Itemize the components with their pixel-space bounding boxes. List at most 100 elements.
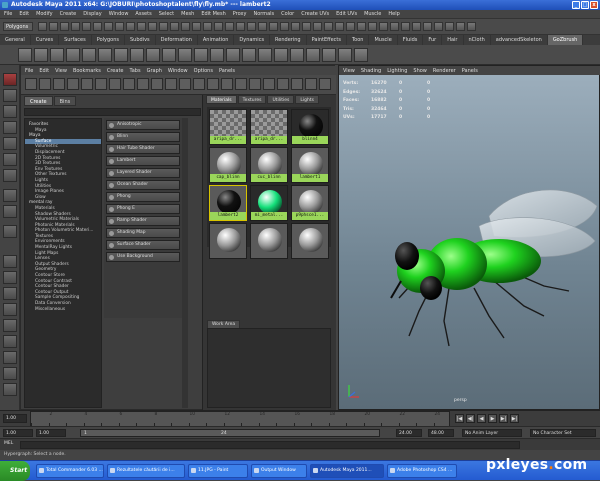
status-line-icon[interactable] xyxy=(170,22,179,31)
main-menu-item[interactable]: File xyxy=(4,11,12,17)
status-line-icon[interactable] xyxy=(401,22,410,31)
shelf-tool-icon[interactable] xyxy=(98,48,112,62)
hypershade-menu-item[interactable]: File xyxy=(25,68,33,74)
status-line-icon[interactable] xyxy=(115,22,124,31)
main-menu-item[interactable]: Color xyxy=(281,11,294,17)
hypershade-menu-item[interactable]: Edit xyxy=(39,68,49,74)
shelf-tool-icon[interactable] xyxy=(338,48,352,62)
playback-end-field[interactable]: 24.00 xyxy=(396,429,422,437)
status-line-icon[interactable] xyxy=(357,22,366,31)
node-button[interactable]: Phong E xyxy=(106,204,180,214)
status-line-icon[interactable] xyxy=(324,22,333,31)
tool-icon[interactable] xyxy=(3,319,17,332)
shelf-tool-icon[interactable] xyxy=(210,48,224,62)
tool-icon[interactable] xyxy=(3,153,17,166)
shelf-tab[interactable]: Surfaces xyxy=(59,35,92,45)
tool-icon[interactable] xyxy=(3,169,17,182)
status-line-icon[interactable] xyxy=(456,22,465,31)
main-menu-item[interactable]: Proxy xyxy=(233,11,247,17)
hypershade-tool-icon[interactable] xyxy=(109,78,121,90)
time-scale[interactable]: 2 4 6 8 10 12 14 16 18 20 22 24 xyxy=(30,411,450,427)
playback-button[interactable]: ▶ xyxy=(488,414,497,423)
hypershade-menu-item[interactable]: Tabs xyxy=(130,68,141,74)
main-menu-item[interactable]: Modify xyxy=(36,11,53,17)
main-menu-item[interactable]: Edit xyxy=(19,11,29,17)
menu-set-dropdown[interactable]: Polygons xyxy=(3,22,33,31)
status-line-icon[interactable] xyxy=(137,22,146,31)
material-swatch[interactable] xyxy=(291,223,329,259)
status-line-icon[interactable] xyxy=(445,22,454,31)
shelf-tab[interactable]: General xyxy=(0,35,31,45)
hypershade-tool-icon[interactable] xyxy=(123,78,135,90)
tab-materials[interactable]: Materials xyxy=(206,95,237,104)
node-button[interactable]: Layered Shader xyxy=(106,168,180,178)
hypershade-tool-icon[interactable] xyxy=(291,78,303,90)
playback-button[interactable]: ◀| xyxy=(466,414,475,423)
status-line-icon[interactable] xyxy=(390,22,399,31)
tool-icon[interactable] xyxy=(3,89,17,102)
taskbar-item[interactable]: Adobe Photoshop CS4 ... xyxy=(387,464,457,478)
status-line-icon[interactable] xyxy=(236,22,245,31)
status-line-icon[interactable] xyxy=(104,22,113,31)
shelf-tab[interactable]: Animation xyxy=(198,35,235,45)
status-line-icon[interactable] xyxy=(49,22,58,31)
shelf-tool-icon[interactable] xyxy=(258,48,272,62)
tool-icon[interactable] xyxy=(3,287,17,300)
shelf-tool-icon[interactable] xyxy=(130,48,144,62)
material-swatch[interactable]: cuc_blinn xyxy=(250,147,288,183)
maximize-button[interactable]: □ xyxy=(581,1,589,9)
taskbar-item[interactable]: Output Window xyxy=(251,464,307,478)
command-language-label[interactable]: MEL xyxy=(4,441,13,446)
material-swatch[interactable]: lambert1 xyxy=(291,147,329,183)
shelf-tool-icon[interactable] xyxy=(114,48,128,62)
range-bar[interactable]: 1 24 xyxy=(80,429,380,437)
tool-icon[interactable] xyxy=(3,367,17,380)
shelf-tab[interactable]: Fluids xyxy=(398,35,424,45)
hypershade-tool-icon[interactable] xyxy=(137,78,149,90)
status-line-icon[interactable] xyxy=(192,22,201,31)
end-time-field[interactable]: 48.00 xyxy=(428,429,454,437)
tab-utilities[interactable]: Utilities xyxy=(267,95,295,104)
shelf-tool-icon[interactable] xyxy=(162,48,176,62)
shelf-tab[interactable]: Polygons xyxy=(92,35,125,45)
hypershade-tool-icon[interactable] xyxy=(207,78,219,90)
main-menu-item[interactable]: Create xyxy=(60,11,77,17)
hypershade-tool-icon[interactable] xyxy=(165,78,177,90)
hypershade-tool-icon[interactable] xyxy=(67,78,79,90)
main-menu-item[interactable]: Display xyxy=(83,11,101,17)
status-line-icon[interactable] xyxy=(214,22,223,31)
shelf-tool-icon[interactable] xyxy=(82,48,96,62)
hypershade-tool-icon[interactable] xyxy=(39,78,51,90)
hypershade-tool-icon[interactable] xyxy=(305,78,317,90)
status-line-icon[interactable] xyxy=(148,22,157,31)
status-line-icon[interactable] xyxy=(280,22,289,31)
shelf-tab[interactable]: nCloth xyxy=(464,35,491,45)
status-line-icon[interactable] xyxy=(38,22,47,31)
main-menu-item[interactable]: Assets xyxy=(135,11,151,17)
shelf-tool-icon[interactable] xyxy=(194,48,208,62)
status-line-icon[interactable] xyxy=(247,22,256,31)
status-line-icon[interactable] xyxy=(82,22,91,31)
close-button[interactable]: x xyxy=(590,1,598,9)
status-line-icon[interactable] xyxy=(302,22,311,31)
main-menu-item[interactable]: Muscle xyxy=(364,11,381,17)
hypershade-menu-item[interactable]: Create xyxy=(107,68,124,74)
shelf-tab[interactable]: Hair xyxy=(442,35,464,45)
hypershade-menu-item[interactable]: View xyxy=(55,68,67,74)
shelf-tool-icon[interactable] xyxy=(322,48,336,62)
shelf-tab[interactable]: Curves xyxy=(31,35,60,45)
status-line-icon[interactable] xyxy=(181,22,190,31)
tool-icon[interactable] xyxy=(3,189,17,202)
shelf-tab[interactable]: Dynamics xyxy=(234,35,271,45)
tool-icon[interactable] xyxy=(3,137,17,150)
status-line-icon[interactable] xyxy=(423,22,432,31)
taskbar-item[interactable]: Total Commander 6.03 ... xyxy=(36,464,104,478)
tab-lights[interactable]: Lights xyxy=(295,95,319,104)
status-line-icon[interactable] xyxy=(313,22,322,31)
shelf-tab[interactable]: Deformation xyxy=(156,35,198,45)
tab-create[interactable]: Create xyxy=(24,96,53,106)
shelf-tab[interactable]: PaintEffects xyxy=(307,35,347,45)
taskbar-item[interactable]: 11.JPG - Paint xyxy=(188,464,248,478)
status-line-icon[interactable] xyxy=(60,22,69,31)
tab-textures[interactable]: Textures xyxy=(237,95,267,104)
